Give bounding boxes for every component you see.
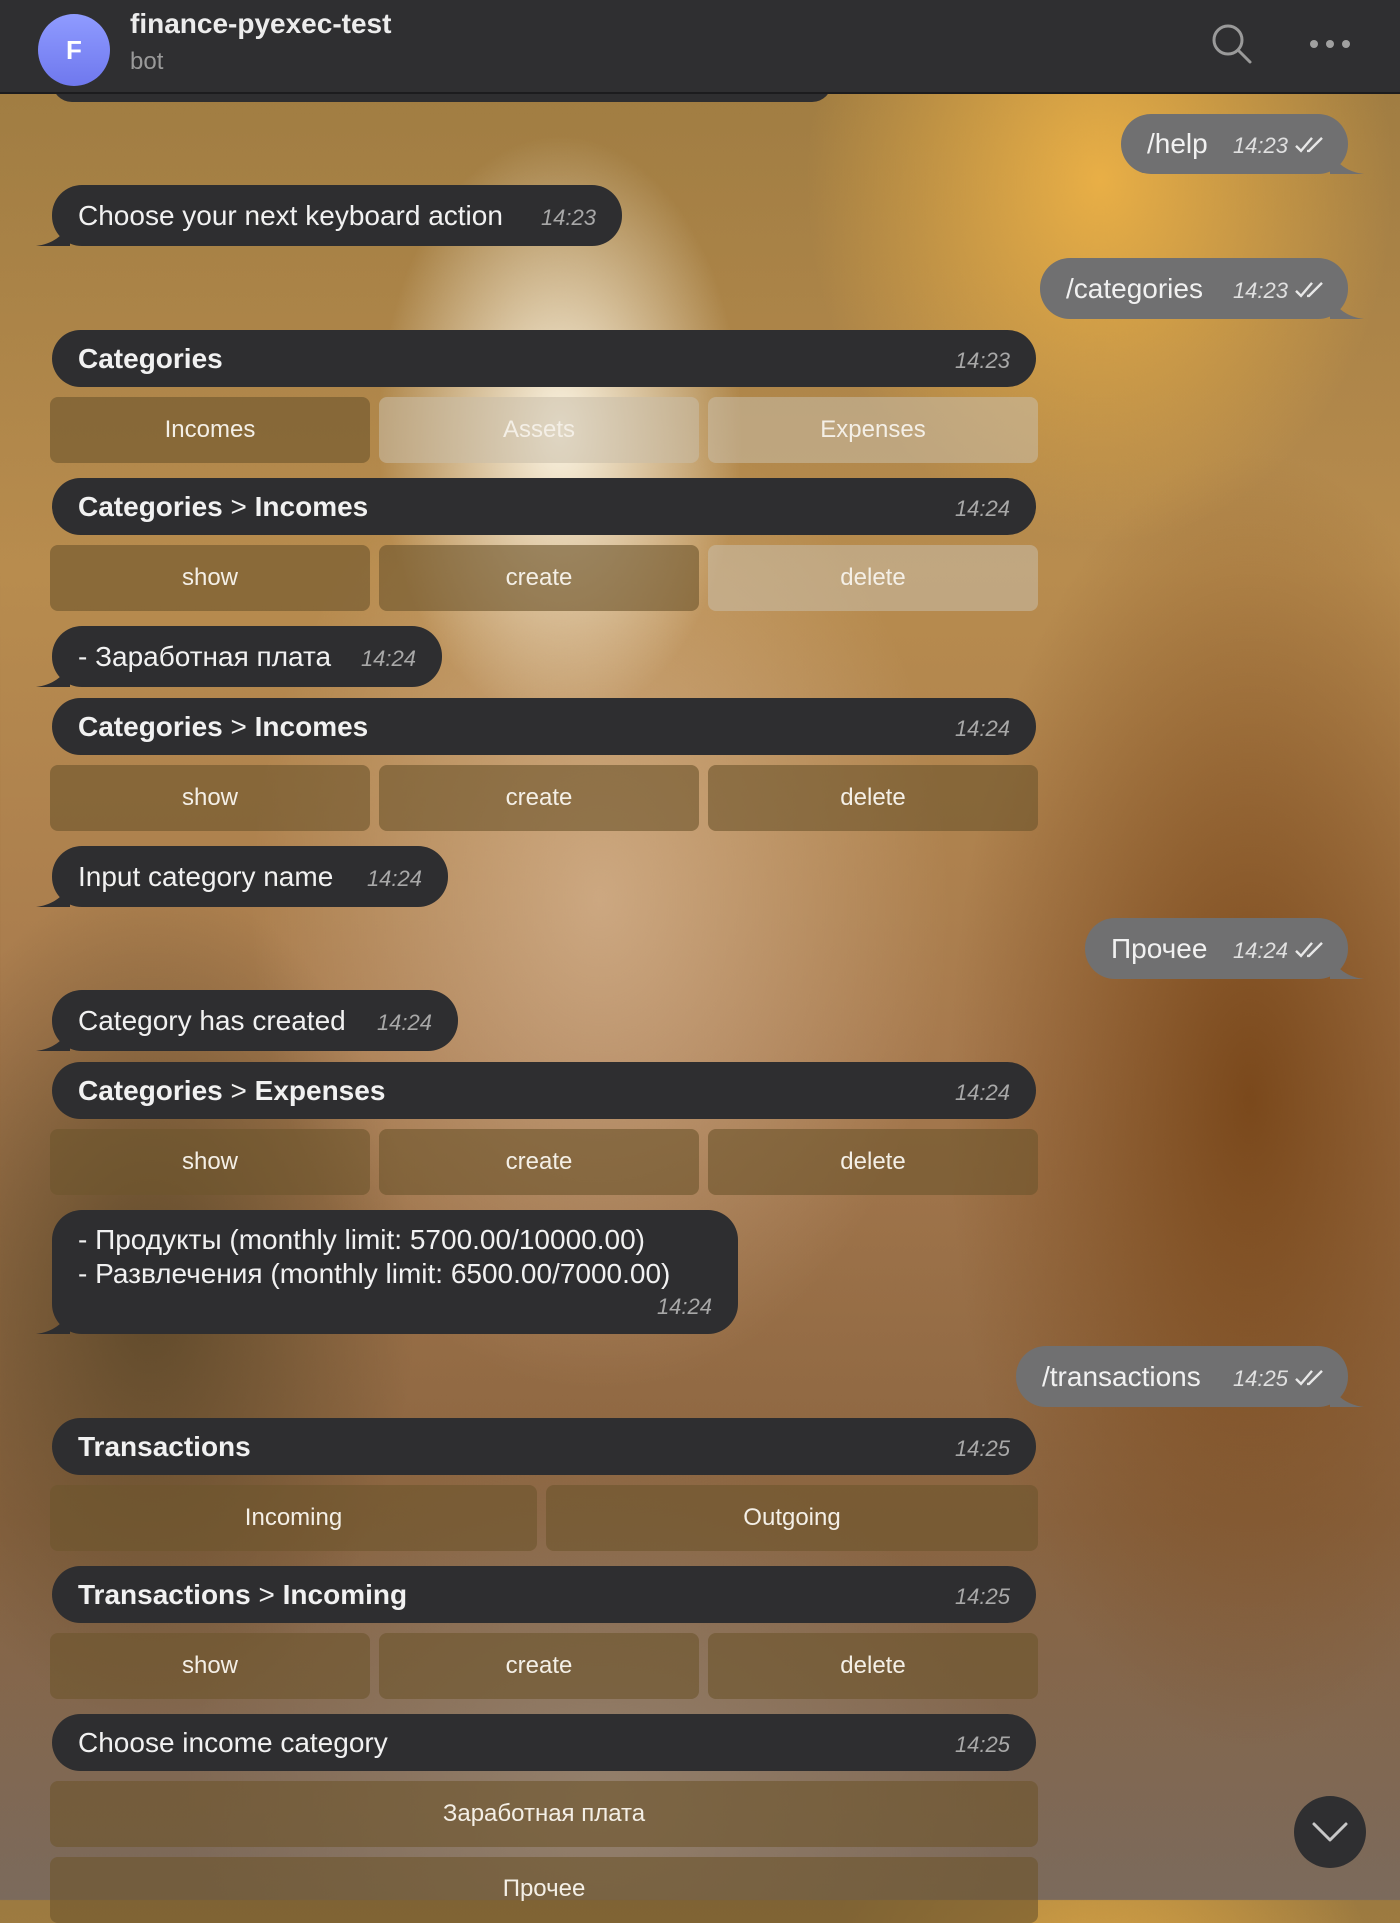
incoming-message[interactable]: Choose your next keyboard action 14:23 <box>36 185 622 246</box>
inline-button-create[interactable]: create <box>379 545 699 611</box>
inline-button-assets[interactable]: Assets <box>379 397 699 463</box>
inline-button-create[interactable]: create <box>379 765 699 831</box>
outgoing-message[interactable]: /categories 14:23 <box>1040 258 1364 319</box>
message-text: Choose income category <box>78 1726 388 1758</box>
inline-button-delete[interactable]: delete <box>708 765 1038 831</box>
bubble-tail <box>36 1027 70 1051</box>
bubble-tail <box>36 663 70 687</box>
chat-header: F finance-pyexec-test bot <box>0 0 1400 94</box>
double-check-icon <box>1295 281 1323 298</box>
message-time: 14:24 <box>656 1294 712 1319</box>
message-text: /categories <box>1066 272 1203 304</box>
inline-button-incomes[interactable]: Incomes <box>50 397 370 463</box>
chat-subtitle: bot <box>130 48 164 75</box>
message-list[interactable]: /help 14:23 Choose your next keyboard ac… <box>0 0 1400 1923</box>
double-check-icon <box>1295 1369 1323 1386</box>
message-time: 14:24 <box>366 865 422 891</box>
inline-button-show[interactable]: show <box>50 765 370 831</box>
message-title: Categories <box>78 342 223 374</box>
message-time: 14:23 <box>540 204 596 230</box>
message-text: /transactions <box>1042 1360 1201 1392</box>
chevron-down-icon <box>1312 1822 1348 1842</box>
bubble-tail <box>1330 295 1364 319</box>
inline-button-show[interactable]: show <box>50 1633 370 1699</box>
message-text: Input category name <box>78 860 334 892</box>
message-title: Transactions <box>78 1430 251 1462</box>
message-time: 14:24 <box>1232 937 1288 963</box>
message-time: 14:25 <box>954 1583 1010 1609</box>
bubble-tail <box>1330 150 1364 174</box>
bubble-tail <box>36 222 70 246</box>
keyboard-message-header: Transactions > Incoming 14:25 <box>52 1566 1036 1623</box>
inline-button-delete[interactable]: delete <box>708 1129 1038 1195</box>
keyboard-message-header: Categories 14:23 <box>52 330 1036 387</box>
message-time: 14:25 <box>954 1731 1010 1757</box>
message-time: 14:23 <box>954 347 1010 373</box>
inline-button-outgoing[interactable]: Outgoing <box>546 1485 1038 1551</box>
keyboard-message-header: Categories > Incomes 14:24 <box>52 478 1036 535</box>
message-time: 14:25 <box>1232 1365 1288 1391</box>
inline-button-create[interactable]: create <box>379 1129 699 1195</box>
message-time: 14:24 <box>954 1079 1010 1105</box>
bubble-tail <box>1330 955 1364 979</box>
search-button[interactable] <box>1208 20 1256 68</box>
incoming-message[interactable]: Input category name 14:24 <box>36 846 448 907</box>
incoming-message[interactable]: - Заработная плата 14:24 <box>36 626 442 687</box>
bubble-tail <box>36 883 70 907</box>
message-time: 14:23 <box>1232 277 1288 303</box>
message-title: Categories > Incomes <box>78 710 369 742</box>
avatar[interactable]: F <box>38 14 110 86</box>
scroll-to-bottom-button[interactable] <box>1294 1796 1366 1868</box>
inline-button-show[interactable]: show <box>50 545 370 611</box>
bubble-tail <box>1330 1383 1364 1407</box>
keyboard-message-header: Categories > Incomes 14:24 <box>52 698 1036 755</box>
search-icon <box>1212 24 1252 64</box>
inline-button-other[interactable]: Прочее <box>50 1857 1038 1923</box>
double-check-icon <box>1295 941 1323 958</box>
keyboard-message-header: Transactions 14:25 <box>52 1418 1036 1475</box>
outgoing-message[interactable]: Прочее 14:24 <box>1085 918 1364 979</box>
incoming-message[interactable]: Category has created 14:24 <box>36 990 458 1051</box>
keyboard-message-header: Categories > Expenses 14:24 <box>52 1062 1036 1119</box>
message-text: Category has created <box>78 1004 346 1036</box>
outgoing-message[interactable]: /help 14:23 <box>1121 114 1364 174</box>
message-time: 14:23 <box>1232 133 1288 159</box>
inline-button-delete[interactable]: delete <box>708 545 1038 611</box>
message-title: Transactions > Incoming <box>78 1578 408 1610</box>
inline-button-salary[interactable]: Заработная плата <box>50 1781 1038 1847</box>
message-time: 14:25 <box>954 1435 1010 1461</box>
inline-button-incoming[interactable]: Incoming <box>50 1485 537 1551</box>
message-title: Categories > Expenses <box>78 1074 386 1106</box>
more-button[interactable] <box>1306 20 1354 68</box>
outgoing-message[interactable]: /transactions 14:25 <box>1016 1346 1364 1407</box>
message-text: Прочее <box>1111 932 1208 964</box>
message-title: Categories > Incomes <box>78 490 369 522</box>
message-text: Choose your next keyboard action <box>78 199 503 231</box>
message-time: 14:24 <box>954 715 1010 741</box>
chat-title[interactable]: finance-pyexec-test <box>130 8 391 40</box>
message-time: 14:24 <box>954 495 1010 521</box>
inline-button-delete[interactable]: delete <box>708 1633 1038 1699</box>
message-text: /help <box>1147 128 1208 159</box>
inline-button-expenses[interactable]: Expenses <box>708 397 1038 463</box>
message-text-line: - Развлечения (monthly limit: 6500.00/70… <box>78 1258 671 1289</box>
message-text: - Заработная плата <box>78 640 332 672</box>
incoming-message[interactable]: - Продукты (monthly limit: 5700.00/10000… <box>36 1210 738 1334</box>
message-text-line: - Продукты (monthly limit: 5700.00/10000… <box>78 1224 645 1255</box>
double-check-icon <box>1295 137 1323 153</box>
inline-button-show[interactable]: show <box>50 1129 370 1195</box>
keyboard-message-header: Choose income category 14:25 <box>52 1714 1036 1771</box>
message-time: 14:24 <box>376 1009 432 1035</box>
inline-button-create[interactable]: create <box>379 1633 699 1699</box>
message-time: 14:24 <box>360 645 416 671</box>
bubble-tail <box>36 1310 70 1334</box>
more-horizontal-icon <box>1310 40 1350 48</box>
